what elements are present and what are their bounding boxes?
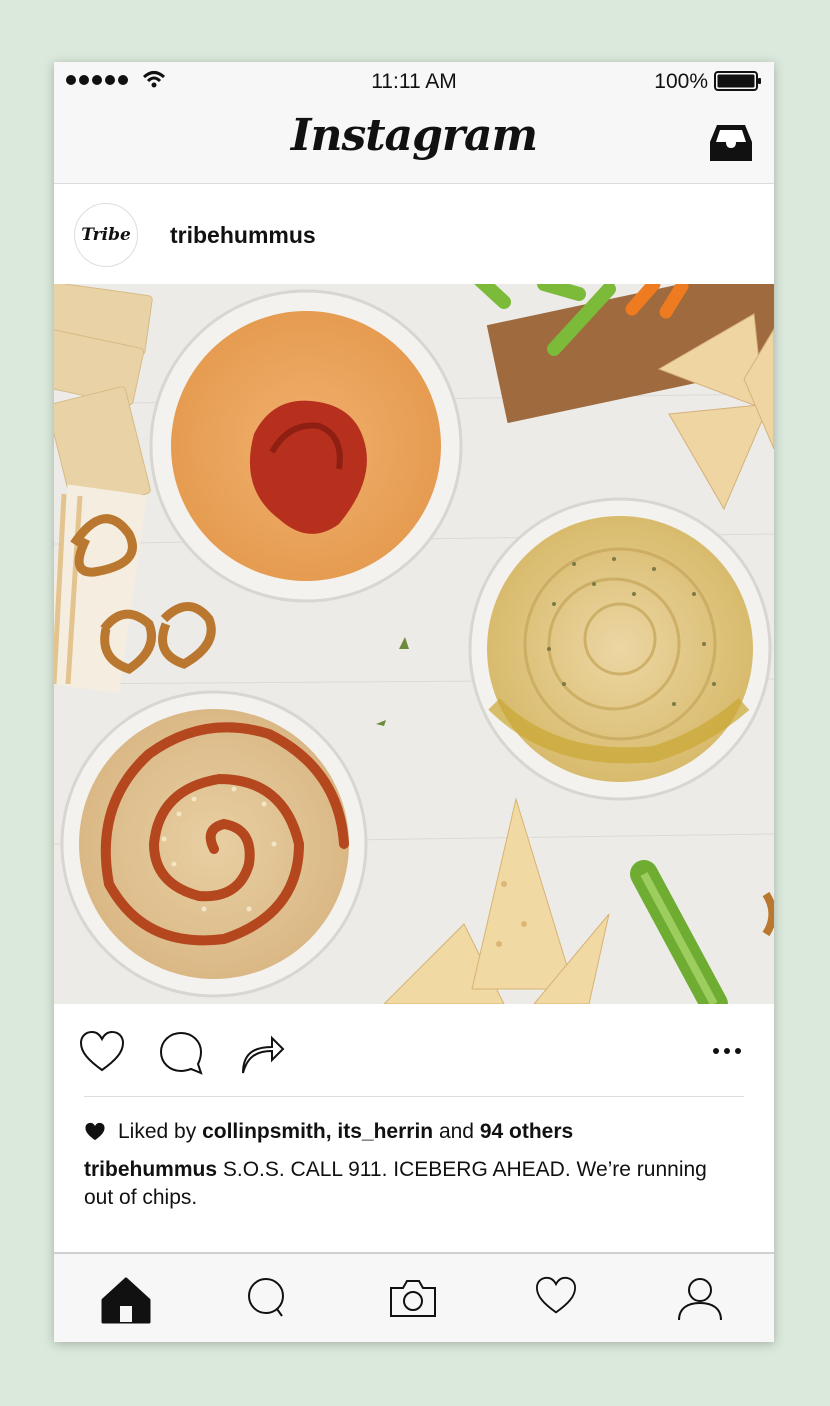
phone-frame: 11:11 AM 100% Instagram Tribe tribehummu… [54,62,774,1342]
top-navigation-bar: Instagram [54,100,774,184]
activity-heart-icon[interactable] [534,1276,578,1316]
likes-prefix: Liked by [118,1120,197,1143]
profile-icon[interactable] [676,1276,724,1322]
post-header: Tribe tribehummus [54,184,774,284]
camera-icon[interactable] [388,1276,438,1320]
likes-line: Liked by collinpsmith, its_herrin and 94… [84,1120,573,1144]
likes-others[interactable]: 94 others [480,1120,573,1143]
heart-icon[interactable] [78,1030,126,1074]
post-photo[interactable] [54,284,774,1004]
battery-percent: 100% [654,70,708,93]
caption-username[interactable]: tribehummus [84,1158,217,1181]
status-bar: 11:11 AM 100% [54,62,774,100]
heart-filled-icon [85,1122,105,1141]
more-icon[interactable] [712,1046,742,1056]
post-actions [54,1004,774,1096]
comment-icon[interactable] [158,1030,204,1076]
share-icon[interactable] [238,1030,286,1076]
app-logo: Instagram [290,110,538,161]
likes-and: and [438,1120,474,1143]
bottom-tab-bar [54,1252,774,1342]
battery-icon [714,71,761,91]
search-icon[interactable] [246,1276,288,1320]
post-username[interactable]: tribehummus [170,222,316,249]
home-icon[interactable] [100,1276,152,1324]
avatar[interactable]: Tribe [74,203,138,267]
likes-users[interactable]: collinpsmith, its_herrin [202,1120,433,1143]
divider [84,1096,744,1097]
post-caption: tribehummus S.O.S. CALL 911. ICEBERG AHE… [84,1156,724,1212]
inbox-icon[interactable] [708,122,754,164]
